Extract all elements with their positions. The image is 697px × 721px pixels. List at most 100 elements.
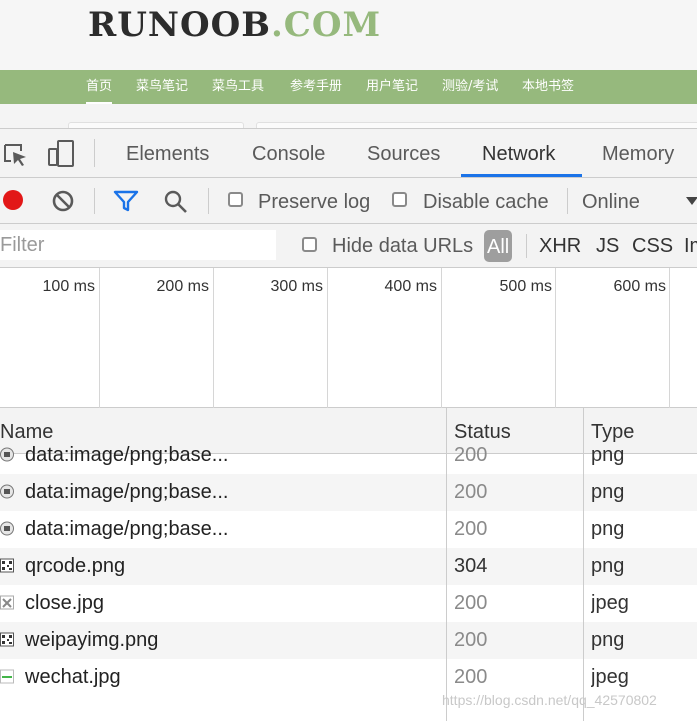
filter-bar: Hide data URLs All XHR JS CSS Im xyxy=(0,224,697,268)
logo-domain: .COM xyxy=(270,5,382,45)
type-filter-all[interactable]: All xyxy=(484,230,513,262)
type-filter-js[interactable]: JS xyxy=(596,232,619,260)
toolbar-separator xyxy=(567,188,568,214)
filter-icon[interactable] xyxy=(113,189,139,218)
preserve-log-checkbox[interactable] xyxy=(228,192,243,207)
image-thumb-icon xyxy=(0,446,14,464)
timeline-tick-label: 100 ms xyxy=(42,278,95,295)
type-filter-xhr[interactable]: XHR xyxy=(539,232,581,260)
requests-table: Name Status Type data:image/png;base... 2… xyxy=(0,408,697,721)
qrcode-thumb-icon xyxy=(0,557,14,575)
timeline-overview[interactable]: 100 ms 200 ms 300 ms 400 ms 500 ms 600 m… xyxy=(0,268,697,447)
disable-cache-checkbox[interactable] xyxy=(392,192,407,207)
image-thumb-icon xyxy=(0,520,14,538)
request-status: 304 xyxy=(454,555,488,577)
toolbar-separator xyxy=(208,188,209,214)
request-type: jpeg xyxy=(591,592,629,614)
request-name[interactable]: data:image/png;base... xyxy=(25,474,440,511)
request-type: png xyxy=(591,629,625,651)
type-filter-css[interactable]: CSS xyxy=(632,232,673,260)
clear-icon[interactable] xyxy=(51,189,75,218)
hide-data-urls-label[interactable]: Hide data URLs xyxy=(332,234,473,258)
request-status: 200 xyxy=(454,666,488,688)
request-type: png xyxy=(591,555,625,577)
column-divider[interactable] xyxy=(446,408,447,721)
request-name[interactable]: qrcode.png xyxy=(25,548,440,585)
active-tab-indicator xyxy=(461,174,582,177)
devtools-panel: Elements Console Sources Network Memory xyxy=(0,128,697,721)
request-name[interactable]: data:image/png;base... xyxy=(25,437,440,474)
throttling-select[interactable]: Online xyxy=(582,190,640,214)
table-row[interactable]: wechat.jpg 200 jpeg xyxy=(0,659,697,696)
timeline-tick-label: 500 ms xyxy=(499,278,552,295)
table-row[interactable]: data:image/png;base... 200 png xyxy=(0,437,697,474)
filter-separator xyxy=(526,234,527,258)
tabbar-separator xyxy=(94,139,95,167)
request-status: 200 xyxy=(454,518,488,540)
watermark: https://blog.csdn.net/qq_42570802 xyxy=(442,692,657,708)
request-type: png xyxy=(591,444,625,466)
tab-memory[interactable]: Memory xyxy=(602,129,674,177)
toolbar-separator xyxy=(94,188,95,214)
nav-item-tools[interactable]: 菜鸟工具 xyxy=(212,70,264,104)
wechat-thumb-icon xyxy=(0,668,14,686)
tab-console[interactable]: Console xyxy=(252,129,325,177)
hide-data-urls-checkbox[interactable] xyxy=(302,237,317,252)
table-row[interactable]: data:image/png;base... 200 png xyxy=(0,511,697,548)
site-content-strip xyxy=(0,104,697,133)
type-filter-img[interactable]: Im xyxy=(684,232,697,260)
device-toolbar-icon[interactable] xyxy=(46,139,76,174)
chevron-down-icon[interactable] xyxy=(686,197,697,205)
nav-item-user-notes[interactable]: 用户笔记 xyxy=(366,70,418,104)
timeline-gridline xyxy=(213,268,214,408)
request-name[interactable]: data:image/png;base... xyxy=(25,511,440,548)
timeline-gridline xyxy=(327,268,328,408)
tab-elements[interactable]: Elements xyxy=(126,129,209,177)
preserve-log-label[interactable]: Preserve log xyxy=(258,190,370,214)
tab-sources[interactable]: Sources xyxy=(367,129,440,177)
nav-item-quiz[interactable]: 测验/考试 xyxy=(442,70,498,104)
request-status: 200 xyxy=(454,629,488,651)
request-name[interactable]: close.jpg xyxy=(25,585,440,622)
image-thumb-icon xyxy=(0,483,14,501)
table-row[interactable]: close.jpg 200 jpeg xyxy=(0,585,697,622)
nav-item-bookmarks[interactable]: 本地书签 xyxy=(522,70,574,104)
timeline-gridline xyxy=(555,268,556,408)
inspect-element-icon[interactable] xyxy=(2,142,28,173)
request-type: png xyxy=(591,518,625,540)
site-logo[interactable]: RUNOOB.COM xyxy=(88,5,381,45)
qrcode-thumb-icon xyxy=(0,631,14,649)
timeline-gridline xyxy=(99,268,100,408)
devtools-tabbar: Elements Console Sources Network Memory xyxy=(0,128,697,178)
site-header: RUNOOB.COM xyxy=(0,0,697,70)
disable-cache-label[interactable]: Disable cache xyxy=(423,190,549,214)
table-row[interactable]: data:image/png;base... 200 png xyxy=(0,474,697,511)
search-icon[interactable] xyxy=(163,189,189,220)
tab-network[interactable]: Network xyxy=(482,129,555,177)
filter-input[interactable] xyxy=(0,230,276,260)
request-status: 200 xyxy=(454,592,488,614)
nav-item-home[interactable]: 首页 xyxy=(86,70,113,104)
column-divider[interactable] xyxy=(583,408,584,721)
request-status: 200 xyxy=(454,444,488,466)
request-name[interactable]: weipayimg.png xyxy=(25,622,440,659)
request-type: jpeg xyxy=(591,666,629,688)
network-toolbar: Preserve log Disable cache Online xyxy=(0,178,697,224)
request-status: 200 xyxy=(454,481,488,503)
logo-text: RUNOOB xyxy=(88,5,271,45)
request-type: png xyxy=(591,481,625,503)
table-row[interactable]: qrcode.png 304 png xyxy=(0,548,697,585)
nav-item-notes[interactable]: 菜鸟笔记 xyxy=(136,70,188,104)
record-button[interactable] xyxy=(3,190,23,210)
timeline-gridline xyxy=(441,268,442,408)
nav-item-manual[interactable]: 参考手册 xyxy=(290,70,342,104)
timeline-gridline xyxy=(669,268,670,408)
timeline-tick-label: 600 ms xyxy=(613,278,666,295)
timeline-tick-label: 400 ms xyxy=(384,278,437,295)
table-row[interactable]: weipayimg.png 200 png xyxy=(0,622,697,659)
timeline-tick-label: 200 ms xyxy=(156,278,209,295)
close-thumb-icon xyxy=(0,594,14,612)
site-nav: 首页 菜鸟笔记 菜鸟工具 参考手册 用户笔记 测验/考试 本地书签 xyxy=(0,70,697,104)
timeline-tick-label: 300 ms xyxy=(270,278,323,295)
request-name[interactable]: wechat.jpg xyxy=(25,659,440,696)
